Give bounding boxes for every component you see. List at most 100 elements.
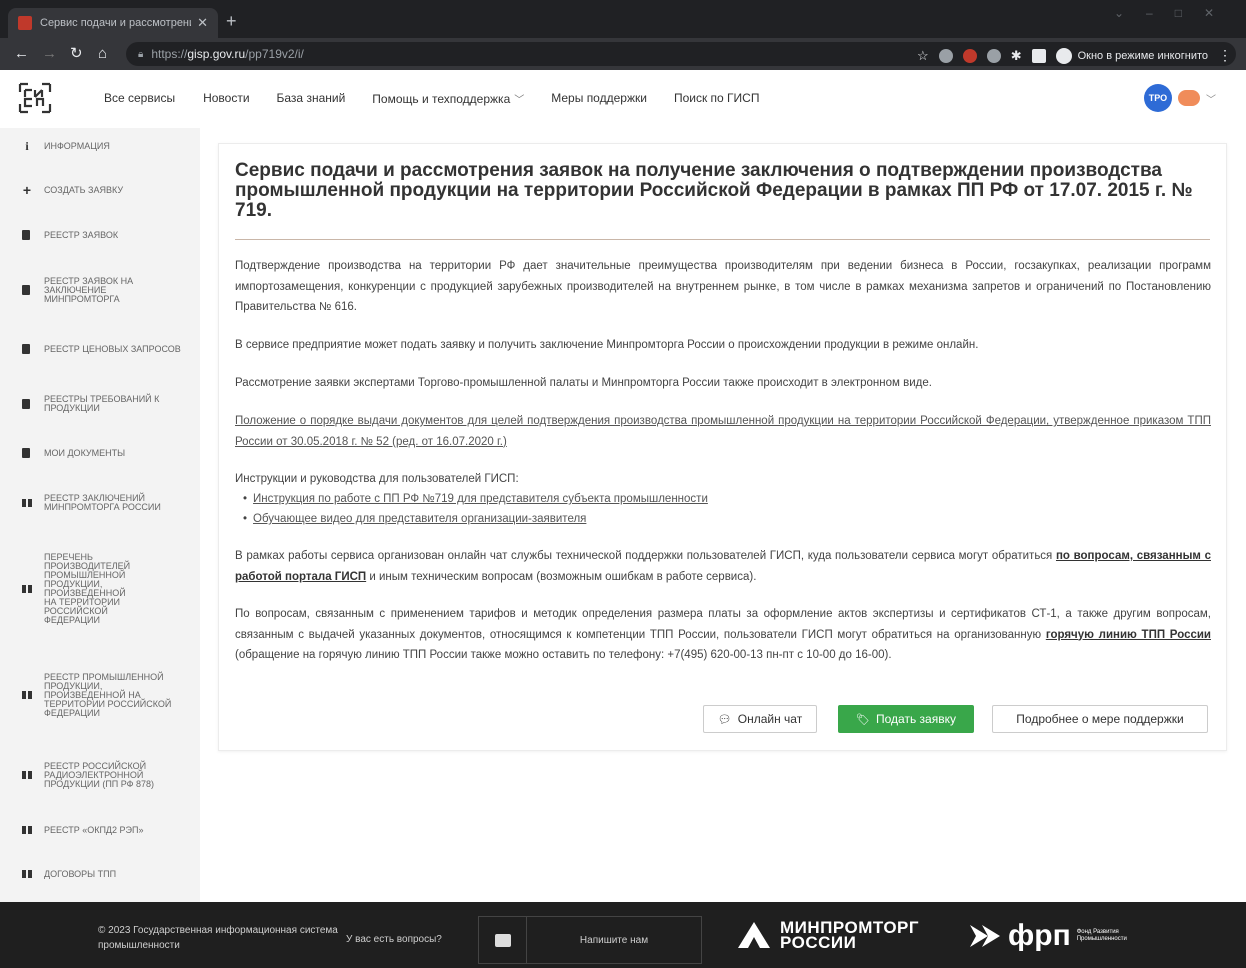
home-icon[interactable]: ⌂ bbox=[98, 45, 107, 63]
chevron-down-icon: ﹀ bbox=[514, 95, 525, 106]
page-title: Сервис подачи и рассмотрения заявок на п… bbox=[235, 160, 1193, 221]
sidebar-item-okpd2-registry[interactable]: РЕЕСТР «ОКПД2 РЭП» bbox=[0, 824, 200, 836]
nav-all-services[interactable]: Все сервисы bbox=[104, 91, 175, 106]
user-menu[interactable]: ТРО ﹀ bbox=[1144, 84, 1216, 112]
intro-paragraph: Подтверждение производства на территории… bbox=[235, 260, 1211, 313]
tpp-hotline-link[interactable]: горячую линию ТПП России bbox=[1046, 629, 1211, 641]
bookmark-star-icon[interactable]: ☆ bbox=[917, 48, 929, 64]
sidepanel-icon[interactable] bbox=[1031, 48, 1046, 63]
nav-search[interactable]: Поиск по ГИСП bbox=[674, 91, 760, 106]
minpromtorg-logo[interactable]: МИНПРОМТОРГ РОССИИ bbox=[736, 918, 930, 952]
document-icon bbox=[22, 344, 30, 354]
message-icon bbox=[479, 917, 527, 963]
document-icon bbox=[22, 285, 30, 295]
service-info-card: Сервис подачи и рассмотрения заявок на п… bbox=[218, 143, 1227, 751]
minpromtorg-logo-text: МИНПРОМТОРГ РОССИИ bbox=[780, 918, 920, 952]
back-icon[interactable]: ← bbox=[14, 45, 29, 63]
nav-help-label: Помощь и техподдержка bbox=[372, 92, 511, 106]
sidebar-item-minprom-conclusions[interactable]: РЕЕСТР ЗАКЛЮЧЕНИЙ МИНПРОМТОРГА РОССИИ bbox=[0, 492, 200, 514]
tab-title: Сервис подачи и рассмотрения bbox=[40, 17, 192, 29]
gisp-logo-icon[interactable] bbox=[18, 82, 52, 114]
site-favicon-icon bbox=[18, 16, 32, 30]
chevron-down-icon[interactable]: ﹀ bbox=[1206, 91, 1216, 106]
extension-icon[interactable] bbox=[986, 48, 1001, 63]
main-nav: Все сервисы Новости База знаний Помощь и… bbox=[104, 91, 786, 106]
ublock-icon[interactable] bbox=[962, 48, 977, 63]
sidebar-item-manufacturers-list[interactable]: ПЕРЕЧЕНЬ ПРОИЗВОДИТЕЛЕЙ ПРОМЫШЛЕННОЙ ПРО… bbox=[0, 547, 200, 631]
sidebar-item-label: РЕЕСТР РОССИЙСКОЙ РАДИОЭЛЕКТРОННОЙ ПРОДУ… bbox=[44, 760, 155, 789]
browser-toolbar: ← → ↻ ⌂ 🔒︎ https://gisp.gov.ru/pp719v2/i… bbox=[0, 38, 1246, 70]
sidebar-item-label: РЕЕСТР ЗАЯВОК bbox=[44, 229, 119, 240]
more-info-label: Подробнее о мере поддержки bbox=[1016, 712, 1184, 726]
sidebar-item-my-documents[interactable]: МОИ ДОКУМЕНТЫ bbox=[0, 447, 200, 459]
window-controls[interactable]: ⌄–□✕ bbox=[1114, 6, 1236, 20]
sidebar-item-info[interactable]: i ИНФОРМАЦИЯ bbox=[0, 138, 200, 153]
online-chat-label: Онлайн чат bbox=[737, 712, 803, 726]
sidebar-item-radioelectronic-registry[interactable]: РЕЕСТР РОССИЙСКОЙ РАДИОЭЛЕКТРОННОЙ ПРОДУ… bbox=[0, 759, 200, 791]
nav-help[interactable]: Помощь и техподдержка ﹀ bbox=[372, 91, 524, 106]
book-icon bbox=[22, 585, 32, 593]
close-tab-icon[interactable]: ✕ bbox=[197, 15, 208, 31]
browser-tab[interactable]: Сервис подачи и рассмотрения ✕ bbox=[8, 8, 218, 38]
book-icon bbox=[22, 499, 32, 507]
frp-logo-text: фрп bbox=[1008, 919, 1071, 952]
sidebar-item-label: ПЕРЕЧЕНЬ ПРОИЗВОДИТЕЛЕЙ ПРОМЫШЛЕННОЙ ПРО… bbox=[44, 552, 131, 625]
nav-knowledge-base[interactable]: База знаний bbox=[277, 91, 346, 106]
frp-logo[interactable]: фрп Фонд Развития Промышленности bbox=[968, 919, 1133, 952]
browser-tabbar: Сервис подачи и рассмотрения ✕ + ⌄–□✕ bbox=[0, 0, 1246, 38]
browser-menu-icon[interactable]: ⋮ bbox=[1218, 47, 1232, 64]
instruction-link[interactable]: Инструкция по работе с ПП РФ №719 для пр… bbox=[253, 493, 708, 505]
chat-bubbles-icon: 💬︎ bbox=[717, 713, 732, 726]
sidebar: i ИНФОРМАЦИЯ + СОЗДАТЬ ЗАЯВКУ РЕЕСТР ЗАЯ… bbox=[0, 128, 200, 902]
sidebar-item-label: РЕЕСТРЫ ТРЕБОВАНИЙ К ПРОДУКЦИИ bbox=[44, 394, 160, 413]
sidebar-item-label: РЕЕСТР ЗАКЛЮЧЕНИЙ МИНПРОМТОРГА РОССИИ bbox=[44, 493, 161, 512]
extensions-puzzle-icon[interactable]: ✱ bbox=[1011, 48, 1022, 64]
info-icon: i bbox=[25, 138, 29, 153]
chat-text-start: В рамках работы сервиса организован онла… bbox=[235, 550, 1056, 562]
online-chat-button[interactable]: 💬︎ Онлайн чат bbox=[703, 705, 817, 733]
url-scheme: https:// bbox=[151, 47, 188, 61]
sidebar-item-product-requirements[interactable]: РЕЕСТРЫ ТРЕБОВАНИЙ К ПРОДУКЦИИ bbox=[0, 393, 200, 415]
sidebar-item-requests-registry[interactable]: РЕЕСТР ЗАЯВОК bbox=[0, 229, 200, 241]
write-us-label: Напишите нам bbox=[579, 934, 649, 946]
avatar[interactable]: ТРО bbox=[1144, 84, 1172, 112]
sidebar-item-price-requests[interactable]: РЕЕСТР ЦЕНОВЫХ ЗАПРОСОВ bbox=[0, 338, 200, 360]
regulation-link[interactable]: Положение о порядке выдачи документов дл… bbox=[235, 415, 1211, 448]
more-info-button[interactable]: Подробнее о мере поддержки bbox=[992, 705, 1208, 733]
list-item: • Обучающее видео для представителя орган… bbox=[243, 509, 586, 529]
lock-icon: 🔒︎ bbox=[138, 48, 144, 60]
document-icon bbox=[22, 448, 30, 458]
book-icon bbox=[22, 870, 32, 878]
sidebar-item-label: ДОГОВОРЫ ТПП bbox=[44, 868, 117, 879]
write-us-button[interactable]: Напишите нам bbox=[478, 916, 702, 964]
bullet: • bbox=[243, 493, 248, 505]
plus-icon: + bbox=[22, 182, 32, 198]
nav-news[interactable]: Новости bbox=[203, 91, 249, 106]
title-divider bbox=[235, 239, 1210, 240]
extension-icon[interactable] bbox=[938, 48, 953, 63]
new-tab-icon[interactable]: + bbox=[226, 12, 237, 30]
chat-text-end: и иным техническим вопросам (возможным о… bbox=[366, 570, 757, 583]
book-icon bbox=[22, 771, 32, 779]
url-path: /pp719v2/i/ bbox=[245, 47, 304, 61]
site-footer: © 2023 Государственная информационная си… bbox=[0, 902, 1246, 968]
sidebar-item-label: РЕЕСТР «ОКПД2 РЭП» bbox=[44, 824, 144, 835]
sidebar-item-industrial-products-registry[interactable]: РЕЕСТР ПРОМЫШЛЕННОЙ ПРОДУКЦИИ, ПРОИЗВЕДЕ… bbox=[0, 663, 200, 727]
sidebar-item-tpp-contracts[interactable]: ДОГОВОРЫ ТПП bbox=[0, 868, 200, 880]
sidebar-item-minprom-requests[interactable]: РЕЕСТР ЗАЯВОК НА ЗАКЛЮЧЕНИЕ МИНПРОМТОРГА bbox=[0, 274, 200, 306]
forward-icon[interactable]: → bbox=[42, 45, 57, 63]
regulation-paragraph: Положение о порядке выдачи документов дл… bbox=[235, 411, 1211, 452]
sidebar-item-create-request[interactable]: + СОЗДАТЬ ЗАЯВКУ bbox=[0, 182, 200, 198]
extensions-area: ☆ ✱ Окно в режиме инкогнито ⋮ bbox=[917, 47, 1232, 64]
submit-request-button[interactable]: 🏷︎ Подать заявку bbox=[838, 705, 974, 733]
sidebar-item-label: РЕЕСТР ПРОМЫШЛЕННОЙ ПРОДУКЦИИ, ПРОИЗВЕДЕ… bbox=[44, 671, 172, 718]
book-icon bbox=[22, 691, 32, 699]
footer-copyright: © 2023 Государственная информационная си… bbox=[98, 925, 338, 951]
reload-icon[interactable]: ↻ bbox=[70, 45, 83, 63]
nav-support-measures[interactable]: Меры поддержки bbox=[551, 91, 647, 106]
incognito-indicator[interactable]: Окно в режиме инкогнито bbox=[1055, 47, 1208, 64]
incognito-icon bbox=[1055, 47, 1072, 64]
bullet: • bbox=[243, 513, 248, 525]
tpp-paragraph: По вопросам, связанным с применением тар… bbox=[235, 604, 1211, 666]
training-video-link[interactable]: Обучающее видео для представителя органи… bbox=[253, 513, 586, 525]
